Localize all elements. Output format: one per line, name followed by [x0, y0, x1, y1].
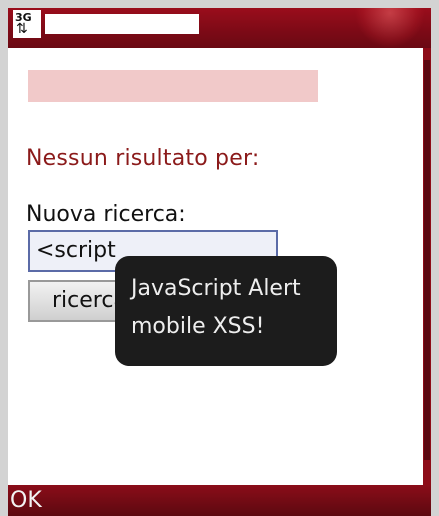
- status-bar-decoration: [355, 8, 425, 48]
- no-result-message: Nessun risultato per:: [26, 146, 260, 171]
- new-search-label: Nuova ricerca:: [26, 202, 186, 227]
- network-indicator: 3G ⇅: [13, 10, 41, 38]
- alert-message-line-2: mobile XSS!: [131, 314, 265, 339]
- javascript-alert-dialog[interactable]: JavaScript Alert mobile XSS!: [115, 256, 337, 366]
- header-banner: [28, 70, 318, 102]
- alert-message-line-1: JavaScript Alert: [131, 276, 301, 301]
- softkey-bar: OK: [8, 485, 431, 516]
- data-transfer-icon: ⇅: [16, 21, 28, 37]
- window-title-box: [45, 14, 199, 34]
- scrollbar-thumb[interactable]: [424, 60, 430, 460]
- browser-content: Nessun risultato per: Nuova ricerca: <sc…: [8, 48, 423, 485]
- ok-softkey[interactable]: OK: [10, 488, 42, 513]
- status-bar: 3G ⇅: [8, 8, 431, 48]
